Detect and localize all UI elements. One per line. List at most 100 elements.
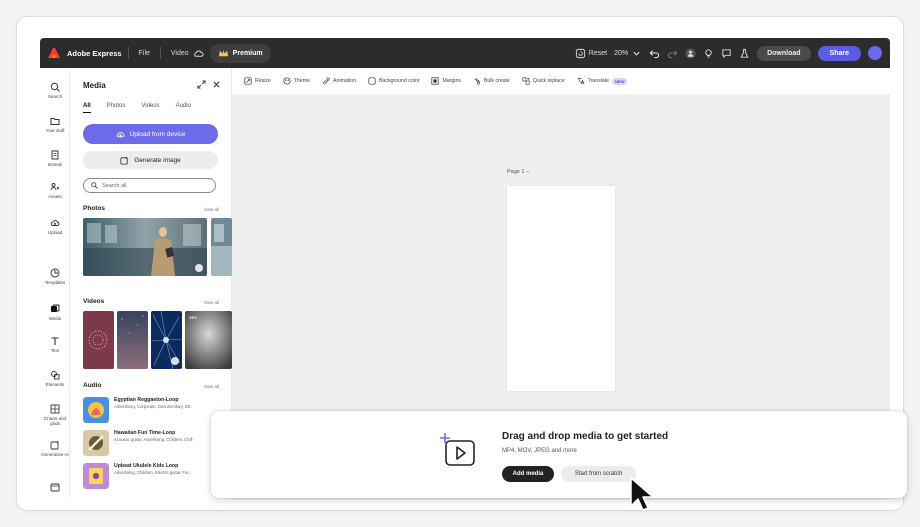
comment-icon[interactable] (721, 48, 732, 59)
left-rail: Search Your stuff Brands Assets Upload Templa… (40, 68, 70, 500)
audio-item[interactable]: Hawaiian Fun Time-Loop Acoustic guitar, … (83, 430, 206, 458)
quick-action-translate[interactable]: Translate NEW (577, 77, 628, 85)
rail-item-charts-and-grids[interactable]: Charts and grids (40, 404, 70, 426)
upload-from-device-button[interactable]: Upload from device (83, 124, 218, 144)
rail-item-brands[interactable]: Brands (40, 150, 70, 167)
chevron-down-icon (633, 51, 640, 56)
rail-item-your-stuff[interactable]: Your stuff (40, 116, 70, 133)
video-thumbnail[interactable] (151, 311, 182, 369)
people-icon (50, 183, 60, 191)
search-icon (50, 82, 60, 92)
photo-thumbnail[interactable] (211, 218, 232, 276)
audio-thumbnail (83, 430, 109, 456)
tab-all[interactable]: All (83, 103, 91, 113)
quick-action-theme[interactable]: Theme (283, 77, 310, 85)
photo-thumbnail[interactable] (83, 218, 207, 276)
rail-item-label: Search (47, 94, 63, 99)
rail-item-label: Assets (48, 194, 62, 199)
reset-icon (575, 48, 585, 58)
rail-item-upload[interactable]: Upload (40, 218, 70, 235)
drop-media-card[interactable]: Drag and drop media to get started MP4, … (211, 411, 907, 498)
zoom-dropdown[interactable]: 20% (614, 48, 642, 59)
grid-icon (50, 404, 60, 414)
cloud-icon[interactable] (193, 48, 204, 59)
quick-action-margins[interactable]: Margins (431, 77, 461, 85)
videos-view-all[interactable]: View all (204, 300, 219, 305)
tab-photos[interactable]: Photos (107, 103, 126, 113)
quick-action-label: Bulk create (483, 78, 510, 84)
rail-item-text[interactable]: Text (40, 336, 70, 353)
design-page[interactable] (507, 186, 615, 391)
generate-image-icon (120, 155, 128, 165)
quick-action-resize[interactable]: Resize (244, 77, 271, 85)
reset-label: Reset (588, 49, 608, 57)
animation-icon (322, 77, 330, 85)
videos-title: Videos (83, 298, 105, 305)
bulk-create-icon (474, 78, 481, 85)
start-from-scratch-button[interactable]: Start from scratch (561, 466, 636, 482)
photos-view-all[interactable]: View all (204, 207, 219, 212)
adobe-express-logo[interactable] (47, 46, 61, 60)
rail-item-more[interactable] (40, 482, 70, 494)
premium-button[interactable]: Premium (209, 43, 271, 63)
quick-replace-icon (522, 77, 530, 85)
tab-audio[interactable]: Audio (176, 103, 191, 113)
video-thumbnail[interactable] (83, 311, 114, 369)
user-avatar[interactable] (868, 46, 882, 60)
audio-name: Hawaiian Fun Time-Loop (114, 430, 176, 436)
audio-tags: Advertising, Children, Electric guitar, … (114, 470, 190, 475)
mouse-cursor-icon (630, 477, 654, 511)
audio-view-all[interactable]: View all (204, 384, 219, 389)
audio-item[interactable]: Egyptian Reggaeton-Loop Advertising, Cor… (83, 397, 206, 425)
quick-action-animation[interactable]: Animation (322, 77, 356, 85)
rail-item-search[interactable]: Search (40, 82, 70, 99)
menu-video[interactable]: Video (171, 50, 189, 57)
page-label: Page 1 – (507, 169, 530, 175)
quick-action-label: Animation (333, 78, 357, 84)
add-media-button[interactable]: Add media (502, 466, 554, 482)
close-icon[interactable] (212, 80, 221, 89)
search-input[interactable]: Search all (83, 178, 216, 193)
rail-item-label: Elements (45, 382, 65, 387)
rail-item-templates[interactable]: Templates (40, 268, 70, 285)
collaborate-icon[interactable] (685, 47, 696, 59)
rail-item-assets[interactable]: Assets (40, 182, 70, 199)
video-thumbnail[interactable] (117, 311, 148, 369)
audio-item[interactable]: Upbeat Ukulele Kids Loop Advertising, Ch… (83, 463, 206, 491)
undo-icon[interactable] (649, 48, 660, 59)
rail-item-label: Generative AI (41, 452, 69, 457)
share-button[interactable]: Share (817, 45, 861, 61)
video-thumbnail[interactable]: 4Ks (185, 311, 232, 369)
quick-action-label: Theme (293, 78, 311, 84)
menu-file[interactable]: File (139, 50, 150, 57)
generate-image-button[interactable]: Generate image (83, 151, 218, 169)
rail-item-generative-ai[interactable]: Generative AI (40, 440, 70, 457)
rail-item-media[interactable]: Media (40, 304, 70, 321)
quick-action-label: Margins (442, 78, 461, 84)
rail-item-label: Text (50, 348, 60, 353)
tab-videos[interactable]: Videos (141, 103, 159, 113)
top-bar: Adobe Express File Video Premium Reset 2… (40, 38, 890, 68)
quick-action-quick-replace[interactable]: Quick replace (522, 77, 565, 85)
audio-tags: Acoustic guitar, Advertising, Children, … (114, 437, 193, 442)
reset-button[interactable]: Reset (575, 48, 607, 59)
media-tabs: All Photos Videos Audio (83, 103, 191, 113)
download-button[interactable]: Download (757, 45, 811, 61)
rail-item-label: Media (48, 316, 62, 321)
rail-item-label: Upload (47, 230, 63, 235)
rail-item-elements[interactable]: Elements (40, 370, 70, 387)
audio-thumbnail (83, 397, 109, 423)
quick-action-background-color[interactable]: Background color (368, 77, 419, 85)
resize-icon (244, 77, 252, 85)
flask-icon[interactable] (739, 48, 750, 59)
quick-action-label: Background color (379, 78, 420, 84)
rail-item-label: Templates (44, 280, 66, 285)
redo-icon[interactable] (667, 48, 678, 59)
new-badge: NEW (612, 77, 628, 85)
quick-action-bulk-create[interactable]: Bulk create (473, 77, 510, 85)
lightbulb-icon[interactable] (703, 48, 714, 59)
top-bar-actions: Reset 20% Download Share (575, 45, 882, 61)
divider (127, 47, 129, 59)
audio-name: Egyptian Reggaeton-Loop (114, 397, 179, 403)
expand-icon[interactable] (197, 80, 206, 89)
